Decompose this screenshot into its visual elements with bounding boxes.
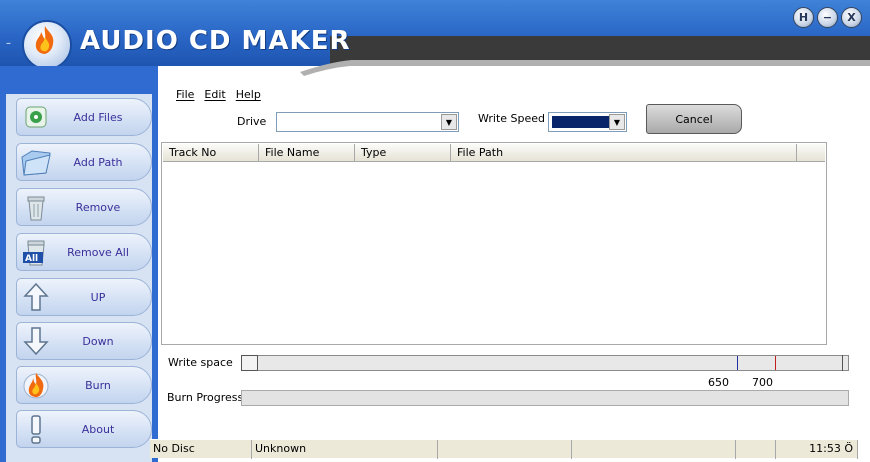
add-files-button[interactable]: Add Files <box>16 98 152 136</box>
status-panel-5 <box>736 440 776 459</box>
exclamation-icon <box>19 413 53 445</box>
arrow-down-icon <box>19 325 53 357</box>
help-button[interactable]: H <box>793 7 814 28</box>
add-files-label: Add Files <box>73 110 123 124</box>
column-filler <box>797 144 825 161</box>
drive-label: Drive <box>237 115 267 128</box>
help-icon: H <box>798 11 809 24</box>
menu-edit[interactable]: Edit <box>204 88 225 101</box>
burn-label: Burn <box>85 378 111 392</box>
table-header: Track No File Name Type File Path <box>163 144 825 162</box>
column-type[interactable]: Type <box>355 144 451 161</box>
cancel-label: Cancel <box>675 112 713 126</box>
write-space-start-cap <box>241 355 258 371</box>
down-label: Down <box>82 334 114 348</box>
tick-650: 650 <box>708 376 729 389</box>
write-speed-label: Write Speed <box>478 112 546 125</box>
minimize-button[interactable]: − <box>817 7 838 28</box>
burn-progress-bar <box>241 390 849 406</box>
folder-icon <box>19 146 53 178</box>
menu-bar: File Edit Help <box>176 88 261 101</box>
status-type: Unknown <box>252 440 438 459</box>
remove-all-label: Remove All <box>67 245 129 259</box>
write-speed-value <box>552 116 609 128</box>
add-path-label: Add Path <box>73 155 123 169</box>
close-button[interactable]: X <box>841 7 862 28</box>
add-files-icon <box>19 101 53 133</box>
write-space-end-marker <box>842 355 843 371</box>
flame-icon <box>19 369 53 401</box>
remove-label: Remove <box>75 200 121 214</box>
column-track-no[interactable]: Track No <box>163 144 259 161</box>
cancel-button[interactable]: Cancel <box>646 104 742 134</box>
column-file-name[interactable]: File Name <box>259 144 355 161</box>
write-speed-select[interactable]: ▼ <box>548 112 627 132</box>
trash-icon <box>19 191 53 223</box>
window-controls: H − X <box>793 7 862 28</box>
column-file-path[interactable]: File Path <box>451 144 797 161</box>
chevron-down-icon[interactable]: ▼ <box>441 114 457 130</box>
remove-button[interactable]: Remove <box>16 188 152 226</box>
arrow-up-icon <box>19 281 53 313</box>
about-button[interactable]: About <box>16 410 152 448</box>
status-panel-4 <box>572 440 736 459</box>
remove-all-button[interactable]: All Remove All <box>16 233 152 271</box>
status-bar: No Disc Unknown 11:53 Ö <box>150 439 858 459</box>
add-path-button[interactable]: Add Path <box>16 143 152 181</box>
menu-help[interactable]: Help <box>236 88 261 101</box>
write-space-label: Write space <box>168 356 233 369</box>
track-list-table[interactable]: Track No File Name Type File Path <box>161 142 827 345</box>
status-disc: No Disc <box>150 440 252 459</box>
chevron-down-icon[interactable]: ▼ <box>609 114 625 130</box>
burn-button[interactable]: Burn <box>16 366 152 404</box>
about-label: About <box>81 422 115 436</box>
close-icon: X <box>847 11 856 24</box>
status-panel-3 <box>438 440 572 459</box>
write-space-bar <box>241 355 849 371</box>
tick-700: 700 <box>752 376 773 389</box>
trash-all-icon: All <box>19 236 53 268</box>
app-title: AUDIO CD MAKER <box>80 26 351 56</box>
drive-select[interactable]: ▼ <box>276 112 459 132</box>
up-button[interactable]: UP <box>16 278 152 316</box>
burn-progress-label: Burn Progress <box>167 391 244 404</box>
status-time: 11:53 Ö <box>776 440 858 459</box>
menu-file[interactable]: File <box>176 88 194 101</box>
svg-text:All: All <box>25 254 38 264</box>
flame-logo-icon <box>35 26 54 54</box>
down-button[interactable]: Down <box>16 322 152 360</box>
app-window: – AUDIO CD MAKER H − X Add Files Add Pat… <box>0 0 870 462</box>
minimize-icon: − <box>822 11 833 24</box>
up-label: UP <box>90 290 106 304</box>
write-space-700-marker <box>775 356 776 370</box>
header-dash: – <box>6 38 11 49</box>
write-space-650-marker <box>737 356 738 370</box>
